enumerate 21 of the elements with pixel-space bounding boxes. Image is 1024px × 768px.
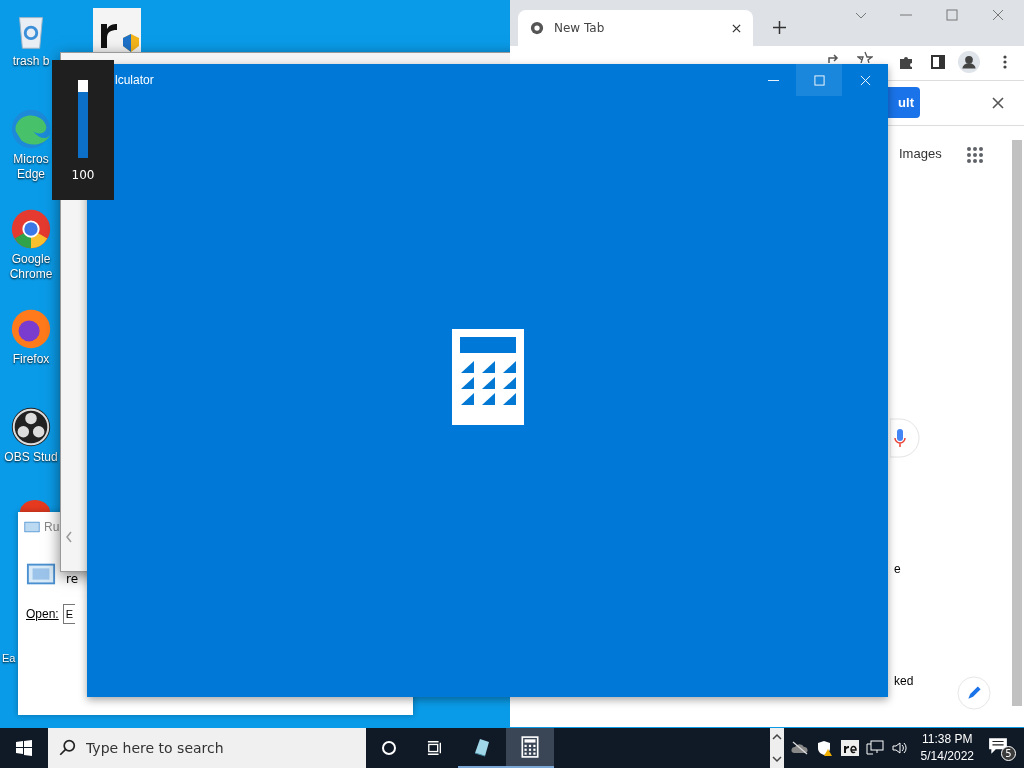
- clock-date[interactable]: 5/14/2022: [920, 748, 974, 765]
- page-text: e: [894, 562, 901, 576]
- default-button[interactable]: ult: [888, 87, 920, 118]
- desktop-icon-label[interactable]: Google Chrome: [9, 252, 53, 282]
- window-title: lculator: [114, 73, 155, 87]
- volume-reading: 100: [71, 168, 95, 182]
- desktop-icon-label[interactable]: trash b: [12, 54, 50, 69]
- open-label: Open:: [26, 607, 59, 621]
- open-field[interactable]: E: [62, 604, 75, 624]
- search-field[interactable]: Type here to search: [48, 728, 366, 768]
- page-text: ked: [894, 674, 914, 688]
- dialog-title: Ru: [44, 520, 60, 534]
- desktop-icon-label[interactable]: Firefox: [12, 352, 50, 367]
- desktop-icon-label[interactable]: OBS Stud: [4, 450, 58, 465]
- images-link[interactable]: Images: [899, 146, 942, 161]
- browser-tab[interactable]: New Tab: [518, 10, 753, 46]
- desktop-icon-label[interactable]: Micros Edge: [13, 152, 49, 182]
- desktop-icon-label[interactable]: Ea: [2, 652, 16, 664]
- notification-count: 5: [1001, 746, 1016, 761]
- dialog-text: re: [66, 572, 79, 586]
- clock-time[interactable]: 11:38 PM: [922, 731, 973, 748]
